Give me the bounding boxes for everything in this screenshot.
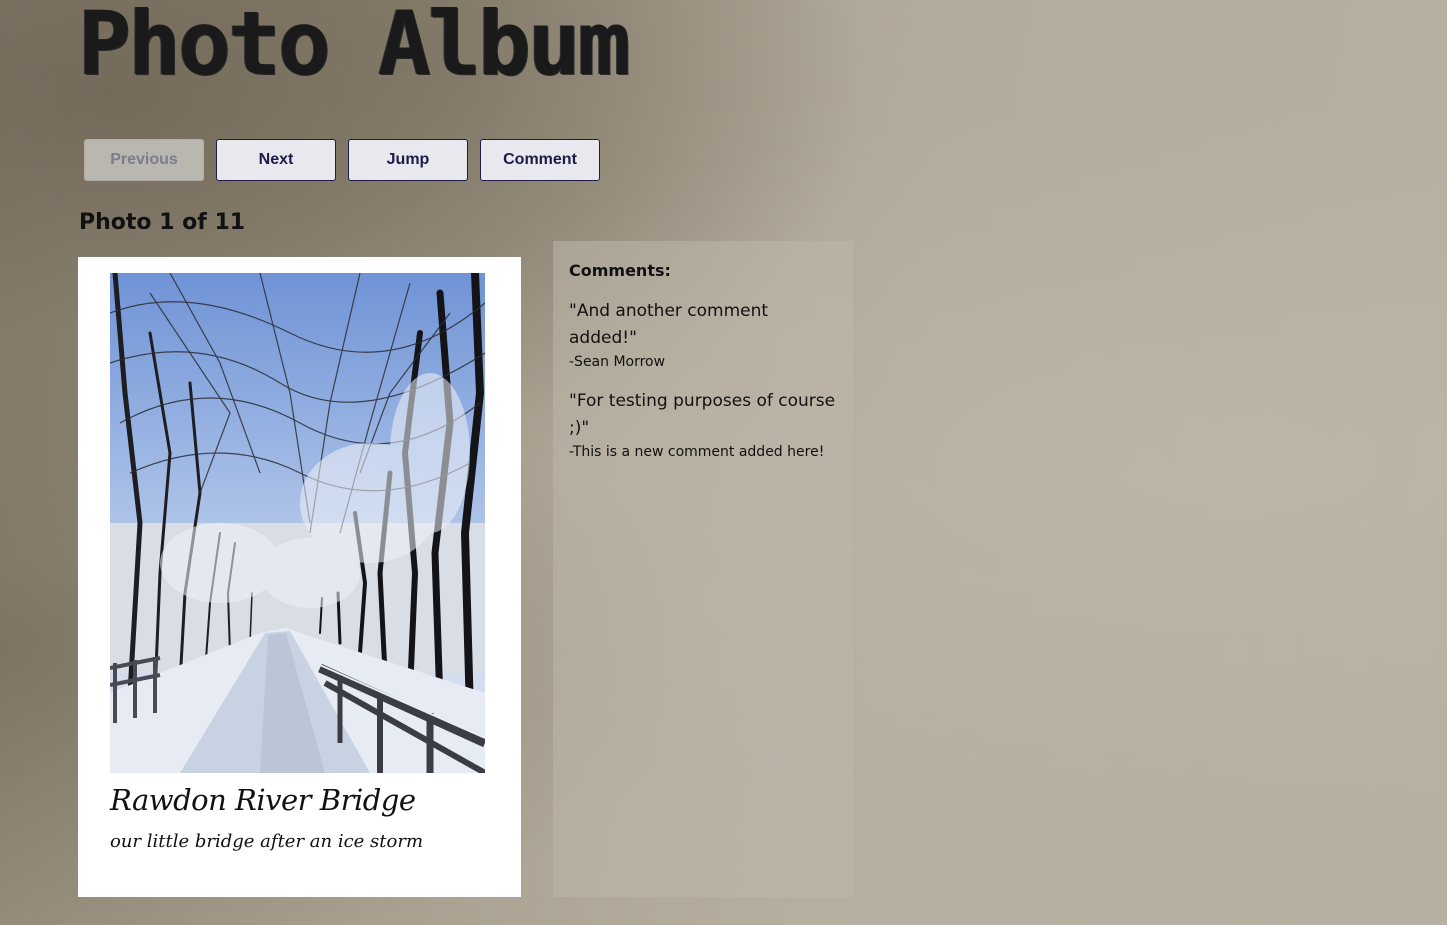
comment-text: "For testing purposes of course ;)" [569, 391, 836, 438]
page-title: Photo Album [78, 0, 631, 95]
photo-title: Rawdon River Bridge [110, 783, 416, 817]
jump-button[interactable]: Jump [348, 139, 468, 181]
previous-button[interactable]: Previous [84, 139, 204, 181]
comments-heading: Comments: [569, 261, 671, 280]
navigation-toolbar: Previous Next Jump Comment [84, 139, 600, 181]
photo-image [110, 273, 485, 773]
comment-text: "And another comment added!" [569, 301, 769, 348]
next-button[interactable]: Next [216, 139, 336, 181]
comments-panel: Comments: "And another comment added!" -… [553, 241, 853, 897]
comment-item: "For testing purposes of course ;)" -Thi… [569, 388, 837, 462]
comment-author: -Sean Morrow [569, 354, 666, 370]
comment-button[interactable]: Comment [480, 139, 600, 181]
comment-author: -This is a new comment added here! [569, 444, 825, 460]
photo-caption: our little bridge after an ice storm [110, 831, 424, 852]
photo-counter: Photo 1 of 11 [79, 210, 246, 235]
comment-item: "And another comment added!" -Sean Morro… [569, 298, 837, 372]
photo-card: Rawdon River Bridge our little bridge af… [78, 257, 521, 897]
